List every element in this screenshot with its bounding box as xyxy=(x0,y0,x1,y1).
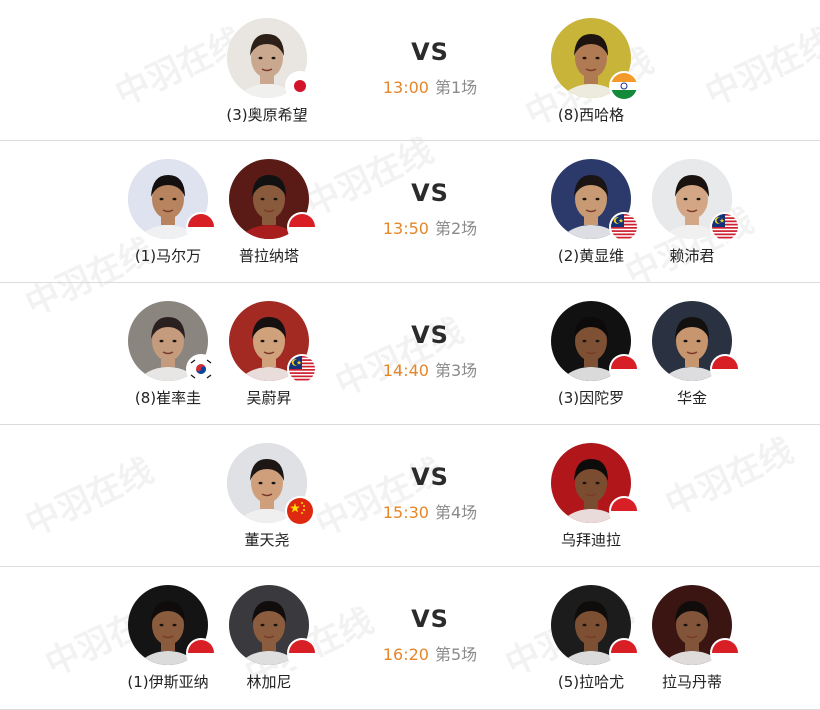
match-row[interactable]: (8)崔率圭 吴蔚昇 (3)因陀罗 华金 VS 14:40 第3场 xyxy=(0,283,820,425)
avatar[interactable] xyxy=(229,301,317,384)
player-name: (8)西哈格 xyxy=(557,106,625,124)
indonesia-flag-icon xyxy=(710,638,740,668)
match-info: VS 16:20 第5场 xyxy=(355,605,505,665)
player-name: (8)崔率圭 xyxy=(134,389,202,407)
match-meta: 14:40 第3场 xyxy=(355,357,505,381)
player-name: 赖沛君 xyxy=(669,247,715,265)
avatar[interactable] xyxy=(551,18,639,101)
player-right-1[interactable]: 拉马丹蒂 xyxy=(637,585,747,692)
avatar[interactable] xyxy=(128,301,216,384)
match-meta: 16:20 第5场 xyxy=(355,641,505,665)
player-left-0[interactable]: (1)马尔万 xyxy=(113,159,223,266)
avatar[interactable] xyxy=(229,159,317,242)
match-order: 第3场 xyxy=(434,361,478,380)
avatar[interactable] xyxy=(551,159,639,242)
match-order: 第2场 xyxy=(434,219,478,238)
match-time: 13:50 xyxy=(382,219,429,238)
japan-flag-icon xyxy=(285,71,315,101)
player-left-1[interactable]: 普拉纳塔 xyxy=(214,159,324,266)
player-name: 董天尧 xyxy=(244,531,290,549)
player-right-1[interactable]: 华金 xyxy=(637,301,747,408)
avatar[interactable] xyxy=(652,159,740,242)
match-time: 15:30 xyxy=(382,503,429,522)
match-info: VS 14:40 第3场 xyxy=(355,321,505,381)
player-left-0[interactable]: (8)崔率圭 xyxy=(113,301,223,408)
match-time: 16:20 xyxy=(382,645,429,664)
avatar[interactable] xyxy=(551,585,639,668)
match-meta: 15:30 第4场 xyxy=(355,499,505,523)
indonesia-flag-icon xyxy=(186,638,216,668)
avatar[interactable] xyxy=(227,18,315,101)
match-order: 第4场 xyxy=(434,503,478,522)
player-right-0[interactable]: (5)拉哈尤 xyxy=(536,585,646,692)
player-name: (1)马尔万 xyxy=(134,247,202,265)
avatar[interactable] xyxy=(551,301,639,384)
korea-flag-icon xyxy=(186,354,216,384)
match-row[interactable]: 董天尧 乌拜迪拉 VS 15:30 第4场 xyxy=(0,425,820,567)
vs-label: VS xyxy=(411,463,449,491)
player-name: (3)奥原希望 xyxy=(226,106,308,124)
avatar[interactable] xyxy=(229,585,317,668)
match-info: VS 13:50 第2场 xyxy=(355,179,505,239)
match-info: VS 13:00 第1场 xyxy=(355,38,505,98)
player-name: 乌拜迪拉 xyxy=(560,531,621,549)
player-left-0[interactable]: 董天尧 xyxy=(212,443,322,550)
match-order: 第5场 xyxy=(434,645,478,664)
avatar[interactable] xyxy=(128,585,216,668)
avatar[interactable] xyxy=(652,585,740,668)
malaysia-flag-icon xyxy=(710,212,740,242)
player-name: (3)因陀罗 xyxy=(557,389,625,407)
malaysia-flag-icon xyxy=(287,354,317,384)
india-flag-icon xyxy=(609,71,639,101)
match-meta: 13:00 第1场 xyxy=(355,74,505,98)
player-left-1[interactable]: 吴蔚昇 xyxy=(214,301,324,408)
player-name: 拉马丹蒂 xyxy=(661,673,722,691)
match-row[interactable]: (1)伊斯亚纳 林加尼 (5)拉哈尤 拉马丹蒂 VS 16:20 第5场 xyxy=(0,567,820,710)
indonesia-flag-icon xyxy=(710,354,740,384)
player-right-0[interactable]: (3)因陀罗 xyxy=(536,301,646,408)
player-name: (5)拉哈尤 xyxy=(557,673,625,691)
player-right-0[interactable]: (8)西哈格 xyxy=(536,18,646,125)
player-left-0[interactable]: (3)奥原希望 xyxy=(212,18,322,125)
indonesia-flag-icon xyxy=(609,354,639,384)
player-name: (1)伊斯亚纳 xyxy=(127,673,209,691)
player-right-1[interactable]: 赖沛君 xyxy=(637,159,747,266)
match-row[interactable]: (1)马尔万 普拉纳塔 (2)黄显维 赖沛君 VS 13:50 第2场 xyxy=(0,141,820,283)
indonesia-flag-icon xyxy=(287,638,317,668)
player-left-1[interactable]: 林加尼 xyxy=(214,585,324,692)
match-time: 14:40 xyxy=(382,361,429,380)
avatar[interactable] xyxy=(652,301,740,384)
indonesia-flag-icon xyxy=(609,638,639,668)
match-time: 13:00 xyxy=(382,78,429,97)
vs-label: VS xyxy=(411,321,449,349)
match-info: VS 15:30 第4场 xyxy=(355,463,505,523)
vs-label: VS xyxy=(411,605,449,633)
avatar[interactable] xyxy=(227,443,315,526)
malaysia-flag-icon xyxy=(609,212,639,242)
avatar[interactable] xyxy=(128,159,216,242)
vs-label: VS xyxy=(411,179,449,207)
player-name: 普拉纳塔 xyxy=(238,247,299,265)
player-name: (2)黄显维 xyxy=(557,247,625,265)
match-meta: 13:50 第2场 xyxy=(355,215,505,239)
indonesia-flag-icon xyxy=(186,212,216,242)
player-name: 吴蔚昇 xyxy=(246,389,292,407)
player-right-0[interactable]: 乌拜迪拉 xyxy=(536,443,646,550)
player-right-0[interactable]: (2)黄显维 xyxy=(536,159,646,266)
player-left-0[interactable]: (1)伊斯亚纳 xyxy=(113,585,223,692)
indonesia-flag-icon xyxy=(609,496,639,526)
indonesia-flag-icon xyxy=(287,212,317,242)
match-row[interactable]: (3)奥原希望 (8)西哈格 VS 13:00 第1场 xyxy=(0,0,820,141)
avatar[interactable] xyxy=(551,443,639,526)
player-name: 林加尼 xyxy=(246,673,292,691)
player-name: 华金 xyxy=(676,389,707,407)
match-order: 第1场 xyxy=(434,78,478,97)
china-flag-icon xyxy=(285,496,315,526)
vs-label: VS xyxy=(411,38,449,66)
